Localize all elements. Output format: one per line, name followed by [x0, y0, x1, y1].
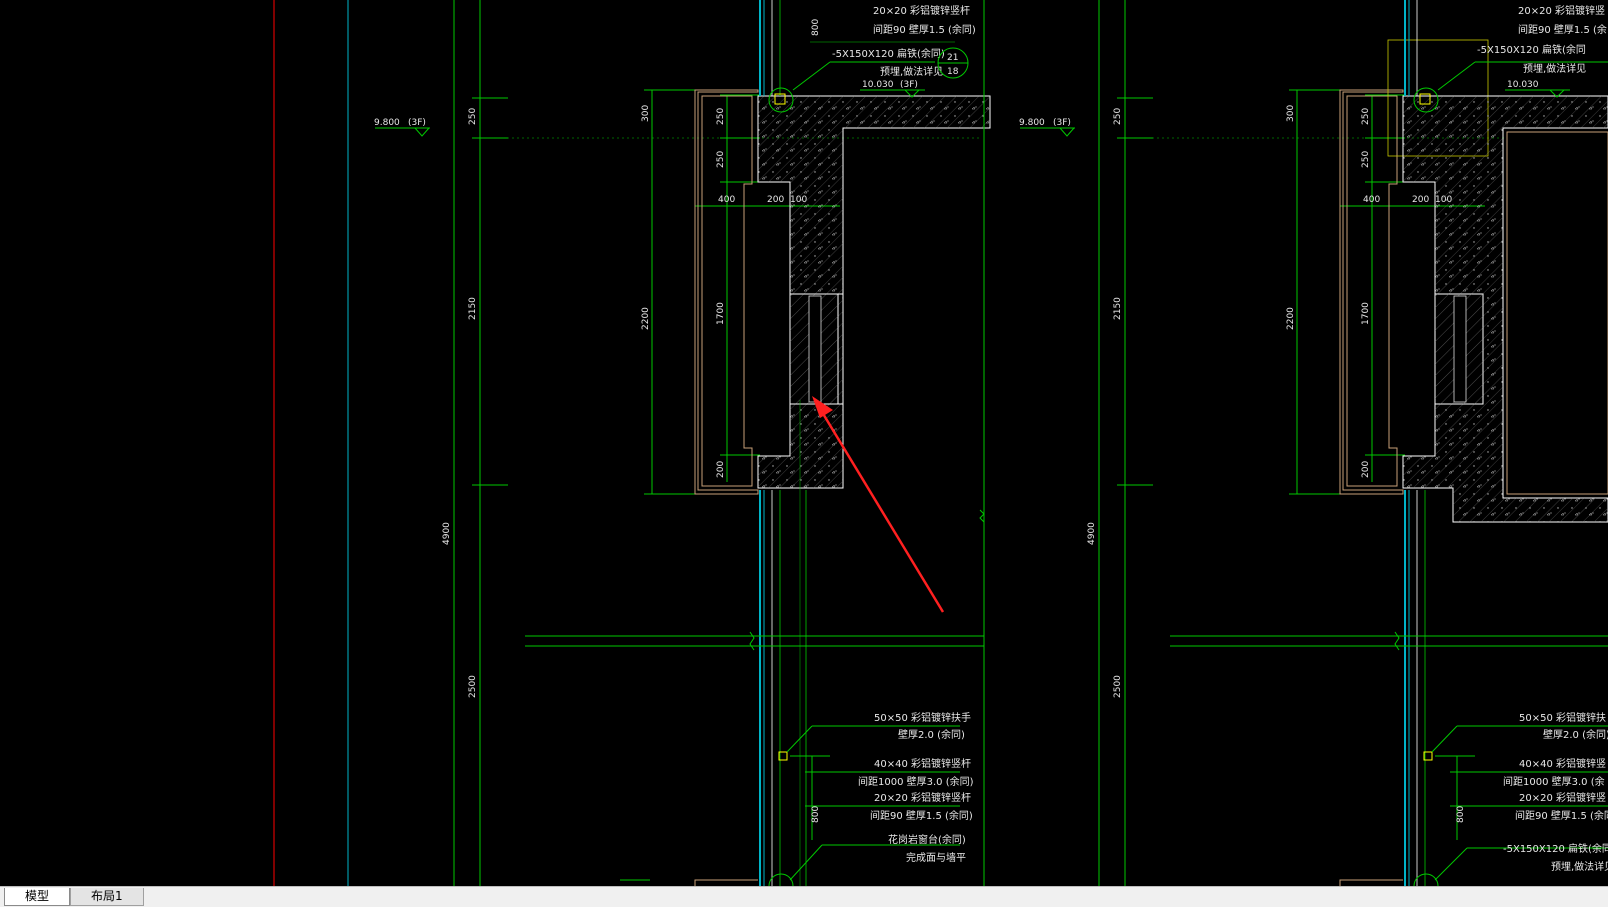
- dim-400: 400: [718, 195, 735, 205]
- r-dim-2150: 2150: [1113, 297, 1123, 320]
- note-bottom-2: 壁厚2.0 (余同): [898, 728, 965, 741]
- note-top-1: 20×20 彩铝镀锌竖杆: [873, 4, 970, 17]
- r-dim-2500: 2500: [1113, 675, 1123, 698]
- left-section-detail: 250 2150 4900 2500 9.800 (3F) 300 2200 2…: [273, 0, 991, 886]
- dim-2200: 2200: [641, 307, 651, 330]
- r-note-bottom-7: -5X150X120 扁铁(余同: [1503, 842, 1608, 855]
- detail-ref-top: 21: [947, 53, 958, 63]
- dim-200: 200: [716, 461, 726, 478]
- tab-layout1[interactable]: 布局1: [70, 888, 144, 906]
- r-dim-400: 400: [1363, 195, 1380, 205]
- dim-4900: 4900: [442, 522, 452, 545]
- note-top-4: 预埋,做法详见: [880, 65, 943, 78]
- r-note-bottom-1: 50×50 彩铝镀锌扶: [1519, 711, 1606, 724]
- note-bottom-3: 40×40 彩铝镀锌竖杆: [874, 757, 971, 770]
- annotation-arrow: [812, 396, 945, 613]
- r-dim-250: 250: [1113, 108, 1123, 125]
- r-dim-800-bottom: 800: [1456, 806, 1466, 823]
- elevation-floor: (3F): [408, 118, 426, 128]
- elevation-level: 9.800: [374, 118, 400, 128]
- r-note-bottom-6: 间距90 壁厚1.5 (余同): [1515, 809, 1608, 822]
- tab-model[interactable]: 模型: [4, 888, 71, 906]
- dim-2500: 2500: [468, 675, 478, 698]
- dim-800-bottom: 800: [811, 806, 821, 823]
- dim-250b: 250: [716, 151, 726, 168]
- r-dim-4900: 4900: [1087, 522, 1097, 545]
- r-dim-250a: 250: [1361, 108, 1371, 125]
- r-roof-elevation-level: 10.030: [1507, 80, 1539, 90]
- r-note-bottom-8: 预埋,做法详见: [1551, 860, 1608, 873]
- note-bottom-1: 50×50 彩铝镀锌扶手: [874, 711, 971, 724]
- dim-250: 250: [468, 108, 478, 125]
- note-bottom-4: 间距1000 壁厚3.0 (余同): [858, 775, 974, 788]
- r-dim-300: 300: [1286, 105, 1296, 122]
- note-bottom-7: 花岗岩窗台(余同): [888, 833, 966, 846]
- r-note-top-2: 间距90 壁厚1.5 (余: [1518, 23, 1607, 36]
- note-top-2: 间距90 壁厚1.5 (余同): [873, 23, 976, 36]
- dim-2150: 2150: [468, 297, 478, 320]
- detail-ref-bottom: 18: [947, 67, 959, 77]
- dim-800-top: 800: [811, 19, 821, 36]
- r-elevation-floor: (3F): [1053, 118, 1071, 128]
- note-bottom-5: 20×20 彩铝镀锌竖杆: [874, 791, 971, 804]
- r-elevation-level: 9.800: [1019, 118, 1045, 128]
- r-note-top-3: -5X150X120 扁铁(余同: [1477, 43, 1586, 56]
- model-space-canvas[interactable]: 250 2150 4900 2500 9.800 (3F) 300 2200 2…: [0, 0, 1608, 886]
- dim-250a: 250: [716, 108, 726, 125]
- r-note-top-1: 20×20 彩铝镀锌竖: [1518, 4, 1605, 17]
- r-dim-1700: 1700: [1361, 302, 1371, 325]
- r-note-bottom-3: 40×40 彩铝镀锌竖: [1519, 757, 1606, 770]
- r-dim-2200: 2200: [1286, 307, 1296, 330]
- layout-tab-bar: 模型 布局1: [0, 886, 1608, 907]
- roof-elevation-level: 10.030: [862, 80, 894, 90]
- r-note-bottom-2: 壁厚2.0 (余同): [1543, 728, 1608, 741]
- r-note-bottom-4: 间距1000 壁厚3.0 (余: [1503, 775, 1605, 788]
- r-note-bottom-5: 20×20 彩铝镀锌竖: [1519, 791, 1606, 804]
- dim-200h: 200: [767, 195, 784, 205]
- note-bottom-8: 完成面与墙平: [906, 851, 966, 864]
- r-dim-200: 200: [1361, 461, 1371, 478]
- dim-300: 300: [641, 105, 651, 122]
- roof-elevation-floor: (3F): [900, 80, 918, 90]
- dim-1700: 1700: [716, 302, 726, 325]
- right-section-detail: 250 2150 4900 2500 9.800 (3F) 300 2200 2…: [1019, 0, 1608, 886]
- r-dim-200h: 200: [1412, 195, 1429, 205]
- note-top-3: -5X150X120 扁铁(余同): [832, 47, 945, 60]
- r-dim-250b: 250: [1361, 151, 1371, 168]
- note-bottom-6: 间距90 壁厚1.5 (余同): [870, 809, 973, 822]
- r-note-top-4: 预埋,做法详见: [1523, 62, 1586, 75]
